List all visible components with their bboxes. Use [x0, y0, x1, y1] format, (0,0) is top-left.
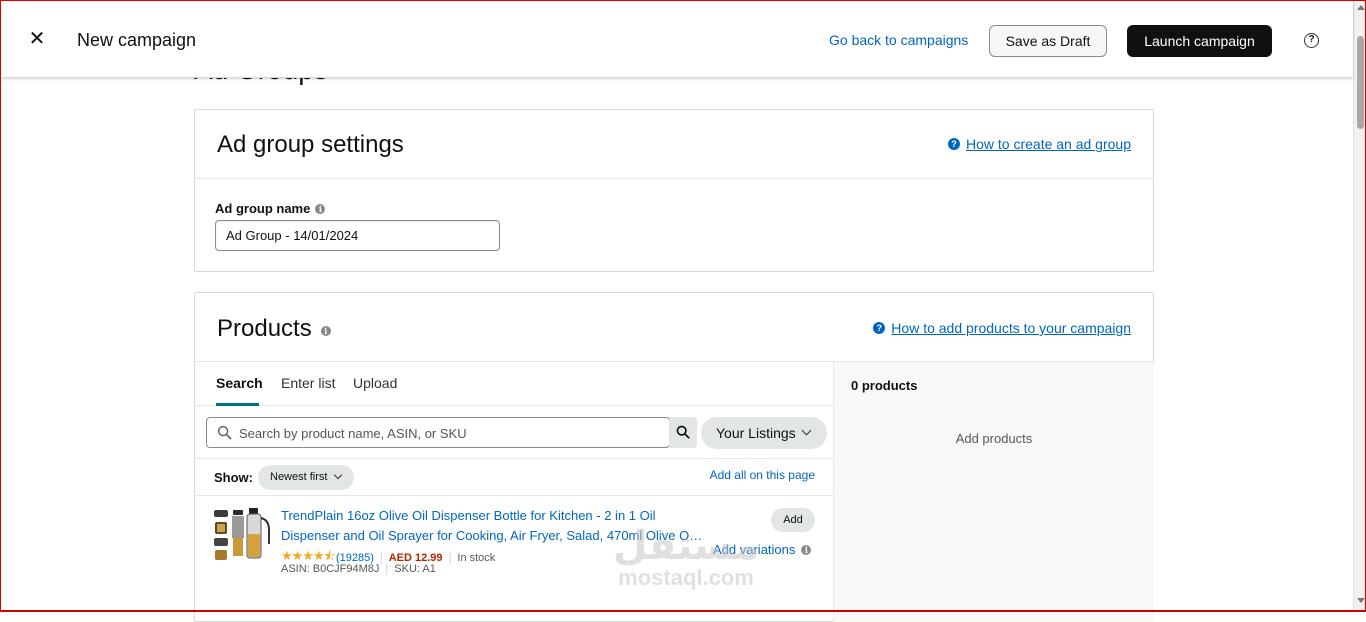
- label-text: Ad group name: [215, 201, 311, 216]
- search-icon: [676, 425, 690, 439]
- add-products-help-link[interactable]: ? How to add products to your campaign: [873, 320, 1131, 336]
- show-label: Show:: [214, 470, 253, 485]
- search-submit-button[interactable]: [669, 417, 697, 448]
- products-card: Products i ? How to add products to your…: [194, 292, 1154, 622]
- save-draft-button[interactable]: Save as Draft: [989, 25, 1107, 57]
- info-icon[interactable]: i: [315, 203, 326, 214]
- tab-search[interactable]: Search: [216, 375, 263, 391]
- add-product-button[interactable]: Add: [771, 508, 815, 532]
- ad-group-name-input[interactable]: Ad Group - 14/01/2024: [215, 220, 500, 251]
- products-title: Products: [217, 315, 312, 342]
- listing-filter-dropdown[interactable]: Your Listings: [701, 417, 827, 449]
- selected-products-pane: 0 products Add products: [833, 362, 1154, 622]
- card-title: Ad group settings: [217, 131, 404, 158]
- help-link-label: How to add products to your campaign: [891, 320, 1131, 336]
- create-ad-group-help-link[interactable]: ? How to create an ad group: [948, 136, 1131, 152]
- scroll-thumb[interactable]: [1357, 36, 1364, 129]
- sort-dropdown[interactable]: Newest first: [258, 465, 354, 490]
- list-item: TrendPlain 16oz Olive Oil Dispenser Bott…: [195, 496, 833, 586]
- card-title: Products i: [217, 315, 331, 343]
- show-row: Show: Newest first Add all on this page: [195, 458, 833, 496]
- product-search-pane: Search Enter list Upload Your Listings S…: [195, 362, 833, 622]
- selected-products-count: 0 products: [851, 378, 918, 393]
- scroll-down-arrow-icon[interactable]: [1357, 598, 1365, 603]
- help-icon[interactable]: ?: [1304, 33, 1319, 48]
- add-all-link[interactable]: Add all on this page: [710, 468, 815, 482]
- page-title: New campaign: [77, 30, 197, 50]
- chevron-down-icon: [801, 425, 812, 436]
- info-icon[interactable]: i: [801, 544, 812, 555]
- divider: [195, 178, 1153, 179]
- vertical-scrollbar[interactable]: [1353, 0, 1366, 612]
- tab-upload[interactable]: Upload: [353, 375, 397, 391]
- product-tabs: Search Enter list Upload: [195, 362, 833, 406]
- product-ids: ASIN: B0CJF94M8J | SKU: A1: [281, 563, 436, 575]
- search-icon: [217, 425, 232, 440]
- question-circle-icon: ?: [948, 138, 960, 150]
- help-link-label: How to create an ad group: [966, 136, 1131, 152]
- stock-status: In stock: [457, 552, 496, 564]
- launch-campaign-button[interactable]: Launch campaign: [1127, 25, 1272, 57]
- ad-group-name-label: Ad group name i: [215, 201, 326, 216]
- active-tab-indicator: [216, 403, 259, 406]
- info-icon[interactable]: i: [320, 326, 331, 336]
- product-sku: SKU: A1: [394, 563, 436, 575]
- chevron-down-icon: [333, 470, 343, 480]
- product-thumbnail[interactable]: [211, 504, 273, 566]
- product-title-link[interactable]: TrendPlain 16oz Olive Oil Dispenser Bott…: [281, 506, 705, 546]
- close-icon[interactable]: ✕: [27, 29, 47, 49]
- top-bar: ✕ New campaign Go back to campaigns Save…: [1, 1, 1353, 78]
- product-asin: ASIN: B0CJF94M8J: [281, 563, 380, 575]
- product-search-field[interactable]: [206, 417, 670, 448]
- sort-label: Newest first: [270, 471, 328, 483]
- scroll-up-arrow-icon[interactable]: [1357, 5, 1365, 10]
- go-back-link[interactable]: Go back to campaigns: [829, 32, 968, 48]
- ad-group-settings-card: Ad group settings ? How to create an ad …: [194, 109, 1154, 272]
- empty-state-message: Add products: [955, 431, 1033, 446]
- question-circle-icon: ?: [873, 322, 886, 334]
- add-variations-label: Add variations: [713, 542, 796, 557]
- tab-enter-list[interactable]: Enter list: [281, 375, 335, 391]
- add-variations-link[interactable]: Add variations i: [713, 542, 812, 557]
- separator: |: [385, 563, 389, 575]
- search-input[interactable]: [239, 422, 659, 444]
- separator: |: [448, 552, 452, 564]
- listing-filter-label: Your Listings: [716, 425, 796, 441]
